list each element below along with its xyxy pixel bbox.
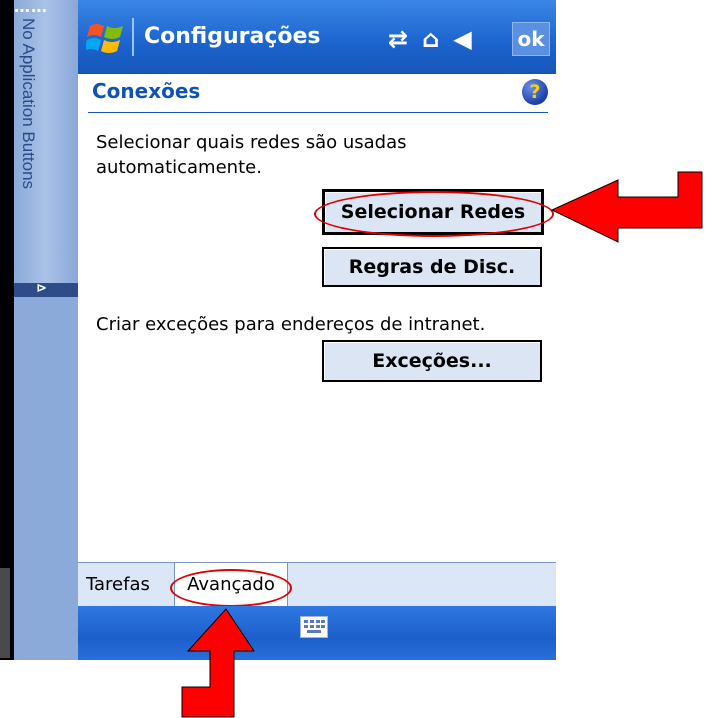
disconnect-rules-button[interactable]: Regras de Disc. bbox=[322, 247, 542, 287]
title-divider bbox=[88, 112, 548, 113]
ok-button[interactable]: ok bbox=[512, 22, 550, 56]
annotation-ellipse-advanced-tab bbox=[170, 569, 292, 607]
annotation-arrow-up bbox=[181, 608, 255, 718]
help-icon[interactable]: ? bbox=[522, 79, 548, 105]
connectivity-icon[interactable]: ⇄ bbox=[388, 25, 408, 53]
no-application-buttons-label: No Application Buttons bbox=[16, 18, 40, 278]
networks-description: Selecionar quais redes são usadas automa… bbox=[96, 132, 407, 178]
tab-tarefas[interactable]: Tarefas bbox=[86, 563, 150, 606]
exceptions-button[interactable]: Exceções... bbox=[322, 340, 542, 382]
keyboard-icon[interactable] bbox=[300, 616, 328, 638]
volume-icon[interactable]: ◀ bbox=[453, 25, 471, 53]
strip-lower-area bbox=[14, 297, 78, 660]
strip-expand-handle[interactable]: ⊳ bbox=[14, 281, 78, 297]
expand-arrow-icon[interactable]: ⊳ bbox=[36, 281, 47, 296]
annotation-ellipse-select-networks bbox=[314, 191, 554, 237]
window-frame-edge bbox=[0, 0, 14, 660]
page-title: Conexões bbox=[92, 79, 201, 103]
signal-off-icon[interactable]: ⌂ bbox=[422, 25, 439, 53]
strip-grip-dots[interactable]: ⋯⋯ bbox=[14, 3, 48, 19]
window-frame-stub bbox=[0, 568, 10, 658]
title-bar: Configurações ⇄ ⌂ ◀ ok bbox=[78, 0, 556, 74]
status-icons: ⇄ ⌂ ◀ bbox=[388, 22, 472, 56]
exceptions-description: Criar exceções para endereços de intrane… bbox=[96, 314, 486, 335]
title-separator bbox=[132, 18, 134, 56]
device-screen: Configurações ⇄ ⌂ ◀ ok Conexões ? Seleci… bbox=[78, 0, 556, 660]
app-title: Configurações bbox=[144, 24, 321, 49]
no-application-buttons-text: No Application Buttons bbox=[19, 18, 38, 190]
windows-start-icon[interactable] bbox=[86, 20, 126, 56]
annotation-arrow-right bbox=[550, 171, 703, 243]
